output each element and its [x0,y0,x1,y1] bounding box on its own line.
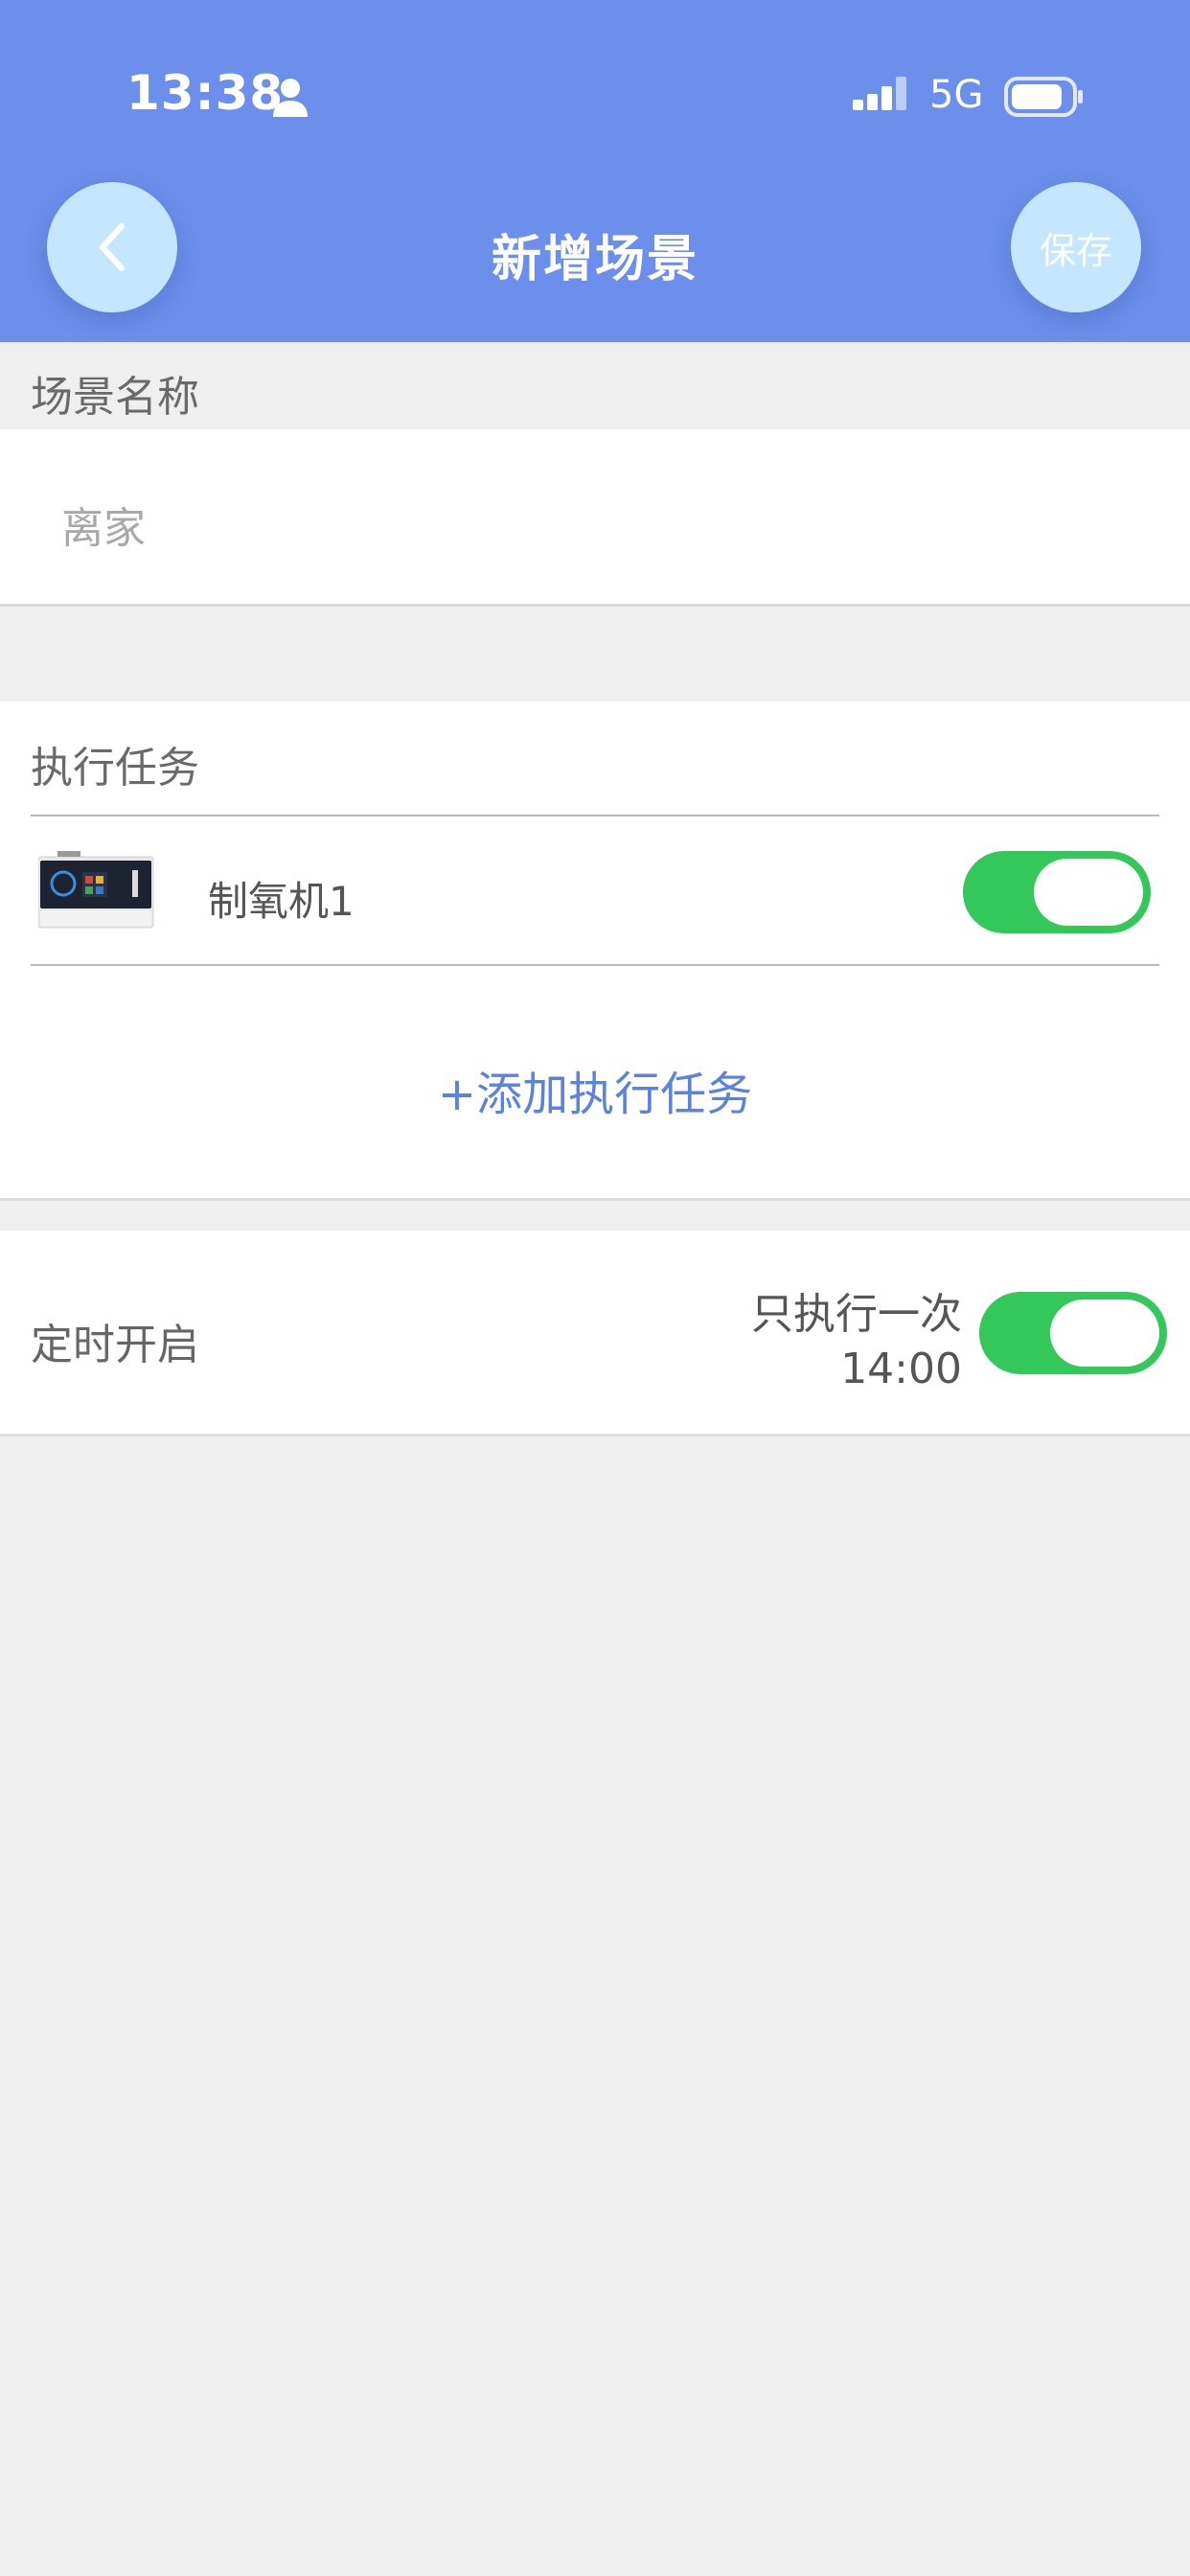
tasks-label: 执行任务 [31,744,199,793]
timer-mode[interactable]: 只执行一次 [751,1279,962,1341]
top-header: 13:38 5G 新增场景 保存 [0,0,1190,342]
status-time: 13:38 [126,65,285,121]
signal-icon [853,77,906,110]
scene-name-input[interactable]: 离家 [61,494,146,555]
add-task-button[interactable]: +添加执行任务 [0,1056,1190,1123]
divider [31,964,1159,966]
timer-toggle[interactable] [979,1292,1167,1374]
network-type: 5G [929,73,984,117]
toggle-knob [1050,1300,1159,1367]
timer-label: 定时开启 [31,1321,199,1369]
task-device-name: 制氧机1 [208,878,355,925]
oxygen-concentrator-image [38,851,154,929]
person-icon [273,79,308,117]
battery-icon [1004,77,1083,117]
scene-name-label: 场景名称 [31,373,199,422]
divider [31,815,1159,816]
save-button[interactable]: 保存 [1011,182,1141,312]
scene-name-card [0,429,1190,607]
task-toggle[interactable] [963,851,1151,933]
toggle-knob [1034,859,1143,926]
timer-time[interactable]: 14:00 [840,1345,962,1393]
